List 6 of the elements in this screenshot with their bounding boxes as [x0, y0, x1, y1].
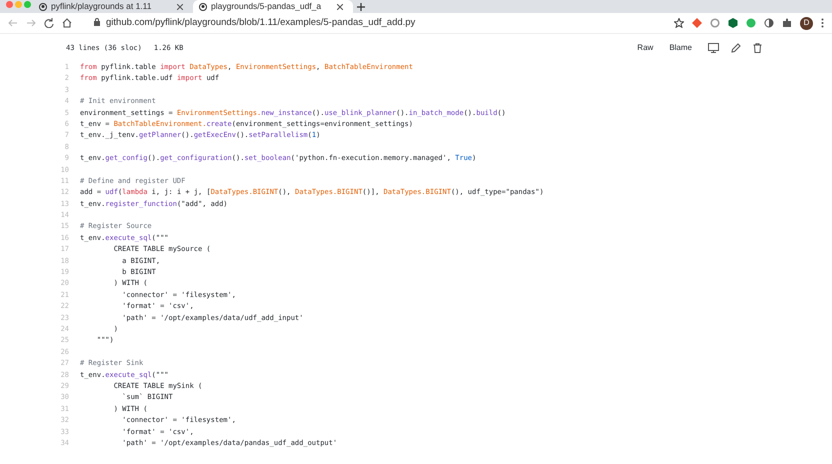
browser-tab[interactable]: playgrounds/5-pandas_udf_a — [193, 0, 353, 13]
file-button[interactable]: Raw — [633, 42, 658, 54]
browser-tab[interactable]: pyflink/playgrounds at 1.11 — [33, 0, 193, 13]
file-button[interactable]: Blame — [665, 42, 696, 54]
url-text[interactable]: github.com/pyflink/playgrounds/blob/1.11/examples/5-pandas_udf_add.py — [106, 16, 416, 30]
avatar-icon[interactable]: D — [800, 16, 813, 30]
